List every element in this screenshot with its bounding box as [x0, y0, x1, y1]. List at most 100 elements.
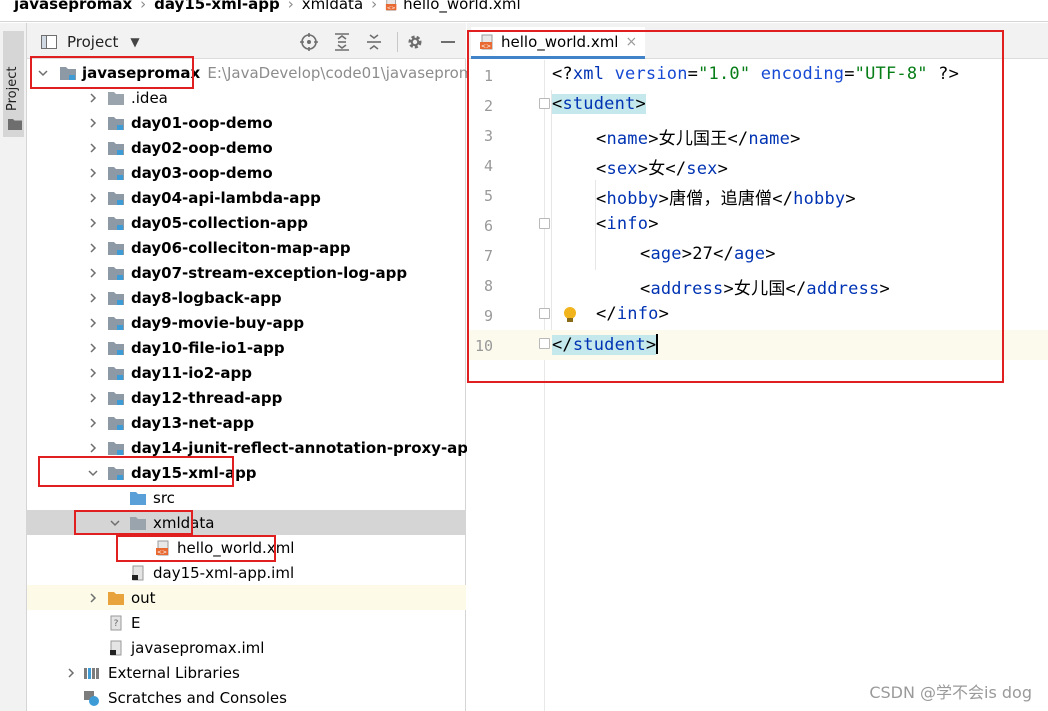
chevron-right-icon[interactable] — [87, 317, 99, 329]
tree-row[interactable]: day07-stream-exception-log-app — [27, 260, 466, 285]
tree-row[interactable]: day14-junit-reflect-annotation-proxy-app — [27, 435, 479, 460]
code-text: <hobby>唐僧，追唐僧</hobby> — [596, 184, 856, 209]
iml-file-icon — [110, 640, 122, 655]
chevron-right-icon[interactable] — [87, 417, 99, 429]
chevron-right-icon[interactable] — [87, 167, 99, 179]
chevron-down-icon[interactable] — [109, 517, 121, 529]
code-token: < — [596, 214, 607, 234]
code-line[interactable]: 6 <info> — [467, 210, 1048, 240]
chevron-right-icon[interactable] — [87, 142, 99, 154]
tab-hello-world-xml[interactable]: <> hello_world.xml × — [471, 27, 645, 59]
tree-row[interactable]: Scratches and Consoles — [27, 685, 466, 710]
tree-row[interactable]: day8-logback-app — [27, 285, 466, 310]
fold-marker-icon[interactable] — [539, 218, 550, 229]
code-line[interactable]: 5 <hobby>唐僧，追唐僧</hobby> — [467, 180, 1048, 210]
tree-row[interactable]: day03-oop-demo — [27, 160, 466, 185]
chevron-right-icon[interactable] — [87, 442, 99, 454]
chevron-down-icon[interactable] — [37, 67, 49, 79]
chevron-right-icon[interactable] — [87, 292, 99, 304]
libraries-icon — [84, 667, 99, 679]
chevron-right-icon[interactable] — [87, 392, 99, 404]
locate-icon[interactable] — [299, 32, 319, 52]
tool-window-stripe: Project — [0, 23, 27, 711]
fold-marker-icon[interactable] — [539, 98, 550, 109]
tree-row[interactable]: day12-thread-app — [27, 385, 466, 410]
tree-row-root[interactable]: javasepromax E:\JavaDevelop\code01\javas… — [27, 60, 491, 85]
lightbulb-icon[interactable] — [562, 305, 578, 325]
chevron-right-icon[interactable] — [87, 367, 99, 379]
minimize-icon[interactable] — [438, 32, 458, 52]
chevron-right-icon[interactable] — [65, 667, 77, 679]
code-line[interactable]: 1 <?xml version="1.0" encoding="UTF-8" ?> — [467, 60, 1048, 90]
collapse-all-icon[interactable] — [364, 32, 384, 52]
svg-text:?: ? — [114, 619, 119, 629]
code-line[interactable]: 3 <name>女儿国王</name> — [467, 120, 1048, 150]
toolbar-divider — [397, 32, 398, 52]
tree-row[interactable]: day05-collection-app — [27, 210, 466, 235]
code-token: hobby — [606, 189, 659, 209]
code-token: ?> — [927, 64, 960, 84]
tree-row[interactable]: day04-api-lambda-app — [27, 185, 466, 210]
code-line[interactable]: 7 <age>27</age> — [467, 240, 1048, 270]
line-number: 4 — [483, 157, 493, 175]
module-folder-icon — [108, 141, 124, 155]
module-folder-icon — [108, 241, 124, 255]
code-token: = — [687, 64, 699, 84]
expand-all-icon[interactable] — [332, 32, 352, 52]
code-line[interactable]: 8 <address>女儿国</address> — [467, 270, 1048, 300]
code-line[interactable]: 2 <student> — [467, 90, 1048, 120]
code-token: = — [844, 64, 855, 84]
code-token: < — [596, 189, 607, 209]
code-token: age — [650, 244, 682, 264]
chevron-right-icon[interactable] — [87, 117, 99, 129]
tree-row[interactable]: day11-io2-app — [27, 360, 466, 385]
tree-row[interactable]: day13-net-app — [27, 410, 466, 435]
tree-item-label: hello_world.xml — [177, 538, 295, 557]
project-tool-tab[interactable]: Project — [3, 31, 24, 137]
tree-row[interactable]: src — [27, 485, 466, 510]
chevron-right-icon[interactable] — [87, 342, 99, 354]
project-view-selector[interactable]: Project ▼ — [41, 33, 140, 51]
breadcrumb-item-module[interactable]: day15-xml-app — [154, 0, 280, 12]
code-token: > — [790, 129, 801, 149]
tree-row[interactable]: out — [27, 585, 466, 610]
chevron-right-icon[interactable] — [87, 592, 99, 604]
tree-row[interactable]: ? E — [27, 610, 466, 635]
breadcrumb-item-folder[interactable]: xmldata — [302, 0, 363, 12]
tree-row[interactable]: day10-file-io1-app — [27, 335, 466, 360]
code-text: <sex>女</sex> — [596, 154, 728, 179]
editor-pane: <> hello_world.xml × 1 <?xml version="1.0… — [467, 23, 1048, 711]
code-line[interactable]: 9 </info> — [467, 300, 1048, 330]
tree-row[interactable]: .idea — [27, 85, 466, 110]
tab-label: hello_world.xml — [501, 32, 619, 51]
chevron-down-icon[interactable] — [87, 467, 99, 479]
close-icon[interactable]: × — [625, 34, 637, 50]
tree-row[interactable]: day02-oop-demo — [27, 135, 466, 160]
tree-row[interactable]: javasepromax.iml — [27, 635, 466, 660]
gear-icon[interactable] — [405, 32, 425, 52]
chevron-right-icon[interactable] — [87, 217, 99, 229]
breadcrumb-item-file[interactable]: <> hello_world.xml — [385, 0, 521, 12]
tree-row[interactable]: day15-xml-app.iml — [27, 560, 466, 585]
code-token: < — [596, 129, 607, 149]
tree-row[interactable]: day01-oop-demo — [27, 110, 466, 135]
tree-row[interactable]: day06-colleciton-map-app — [27, 235, 466, 260]
fold-marker-icon[interactable] — [539, 338, 550, 349]
project-view-icon — [41, 35, 57, 49]
tree-row[interactable]: External Libraries — [27, 660, 466, 685]
chevron-right-icon[interactable] — [87, 267, 99, 279]
tree-row[interactable]: day9-movie-buy-app — [27, 310, 466, 335]
code-token: > — [645, 335, 657, 355]
tree-row[interactable]: <> hello_world.xml — [27, 535, 466, 560]
breadcrumb-item-project[interactable]: javasepromax — [14, 0, 132, 12]
chevron-right-icon[interactable] — [87, 242, 99, 254]
fold-marker-icon[interactable] — [539, 308, 550, 319]
chevron-right-icon[interactable] — [87, 92, 99, 104]
tree-row[interactable]: day15-xml-app — [27, 460, 466, 485]
chevron-right-icon[interactable] — [87, 192, 99, 204]
tree-row[interactable]: xmldata — [27, 510, 466, 535]
code-token: < — [640, 279, 651, 299]
code-line[interactable]: 4 <sex>女</sex> — [467, 150, 1048, 180]
code-token: hobby — [793, 189, 846, 209]
code-line[interactable]: 10 </student> — [467, 330, 1048, 360]
